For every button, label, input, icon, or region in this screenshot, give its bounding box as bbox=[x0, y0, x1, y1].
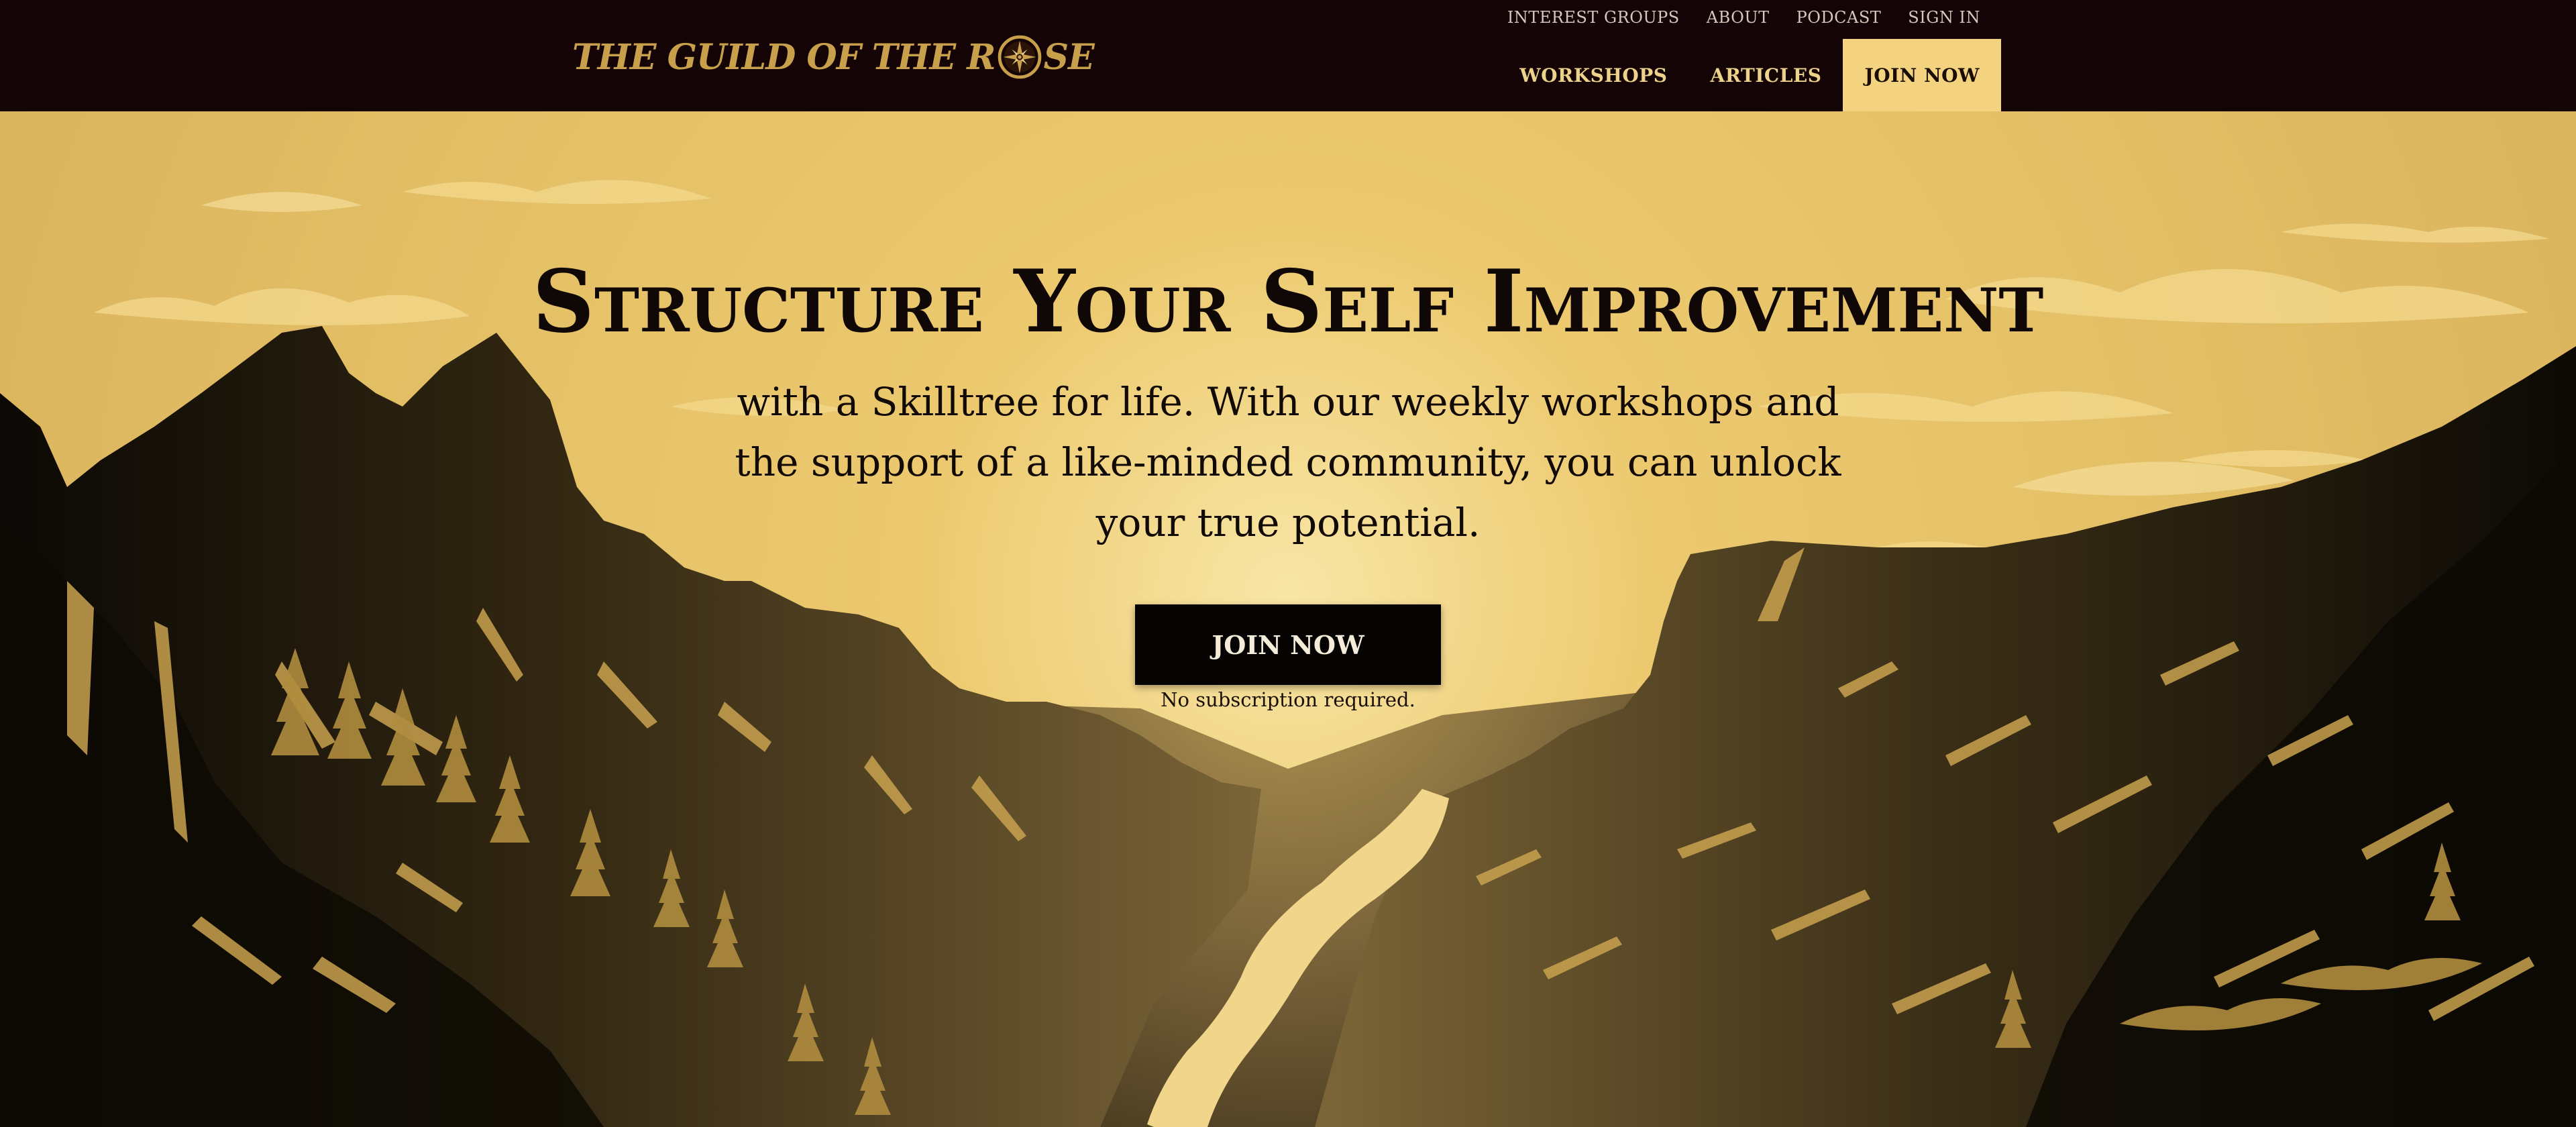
main-navigation: WORKSHOPS ARTICLES JOIN NOW bbox=[1498, 39, 2001, 111]
logo-text-part-2: SE bbox=[1043, 36, 1095, 78]
nav-join-now-button[interactable]: JOIN NOW bbox=[1843, 39, 2001, 111]
nav-link-interest-groups[interactable]: INTEREST GROUPS bbox=[1507, 8, 1680, 27]
compass-rose-icon bbox=[998, 35, 1041, 79]
nav-link-workshops[interactable]: WORKSHOPS bbox=[1498, 39, 1688, 111]
site-logo[interactable]: THE GUILD OF THE R SE bbox=[572, 34, 1095, 80]
nav-link-articles[interactable]: ARTICLES bbox=[1689, 39, 1843, 111]
hero-subheadline: with a Skilltree for life. With our week… bbox=[735, 379, 1841, 545]
hero-section: Structure Your Self Improvement with a S… bbox=[0, 111, 2576, 1127]
no-subscription-note: No subscription required. bbox=[1161, 688, 1415, 711]
nav-link-sign-in[interactable]: SIGN IN bbox=[1908, 8, 1980, 27]
nav-link-podcast[interactable]: PODCAST bbox=[1796, 8, 1882, 27]
nav-link-about[interactable]: ABOUT bbox=[1707, 8, 1770, 27]
top-navigation-bar: THE GUILD OF THE R SE INTEREST GROUPS AB… bbox=[0, 0, 2576, 111]
logo-text-part-1: THE GUILD OF THE R bbox=[572, 36, 996, 78]
hero-headline: Structure Your Self Improvement bbox=[532, 252, 2044, 352]
hero-join-now-button[interactable]: JOIN NOW bbox=[1135, 604, 1441, 685]
utility-navigation: INTEREST GROUPS ABOUT PODCAST SIGN IN bbox=[1507, 8, 1980, 27]
